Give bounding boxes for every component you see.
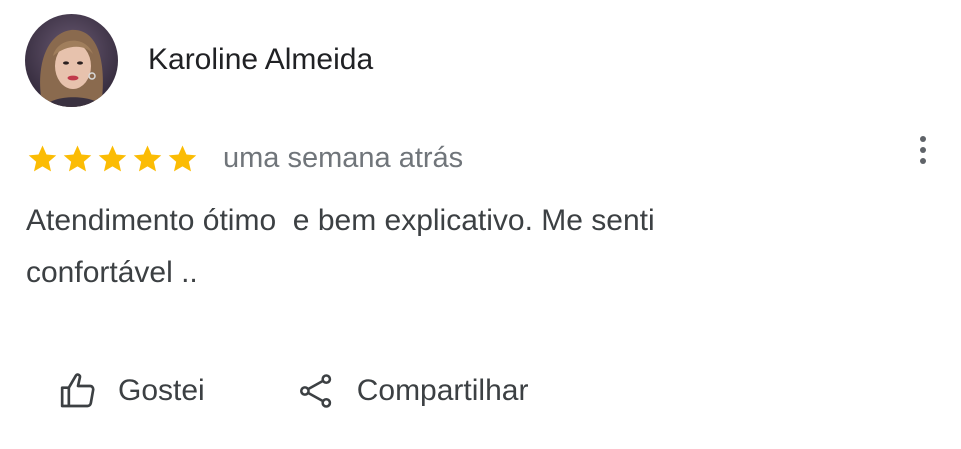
share-button[interactable]: Compartilhar bbox=[297, 371, 529, 411]
more-vert-icon bbox=[920, 136, 926, 142]
star-icon bbox=[133, 144, 162, 171]
rating-row: uma semana atrás bbox=[26, 136, 463, 180]
review-text: Atendimento ótimo e bem explicativo. Me … bbox=[26, 204, 655, 289]
share-icon bbox=[299, 374, 331, 408]
share-label: Compartilhar bbox=[356, 374, 529, 407]
more-vert-icon bbox=[920, 147, 926, 153]
star-icon bbox=[63, 144, 92, 171]
avatar-photo bbox=[25, 14, 118, 107]
avatar[interactable] bbox=[25, 14, 118, 107]
author-name[interactable]: Karoline Almeida bbox=[148, 40, 373, 80]
star-icon bbox=[98, 144, 127, 171]
thumb-up-icon bbox=[60, 373, 95, 408]
like-button[interactable]: Gostei bbox=[58, 371, 205, 411]
star-icon bbox=[168, 144, 197, 171]
more-vert-icon bbox=[920, 158, 926, 164]
star-rating bbox=[26, 142, 201, 175]
review-card: Karoline Almeida uma semana atrás Atendi… bbox=[0, 0, 961, 449]
star-icon bbox=[28, 144, 57, 171]
like-label: Gostei bbox=[118, 374, 205, 407]
more-options-button[interactable] bbox=[905, 132, 941, 168]
review-time: uma semana atrás bbox=[223, 142, 464, 174]
review-actions: Gostei Compartilhar bbox=[58, 366, 528, 416]
